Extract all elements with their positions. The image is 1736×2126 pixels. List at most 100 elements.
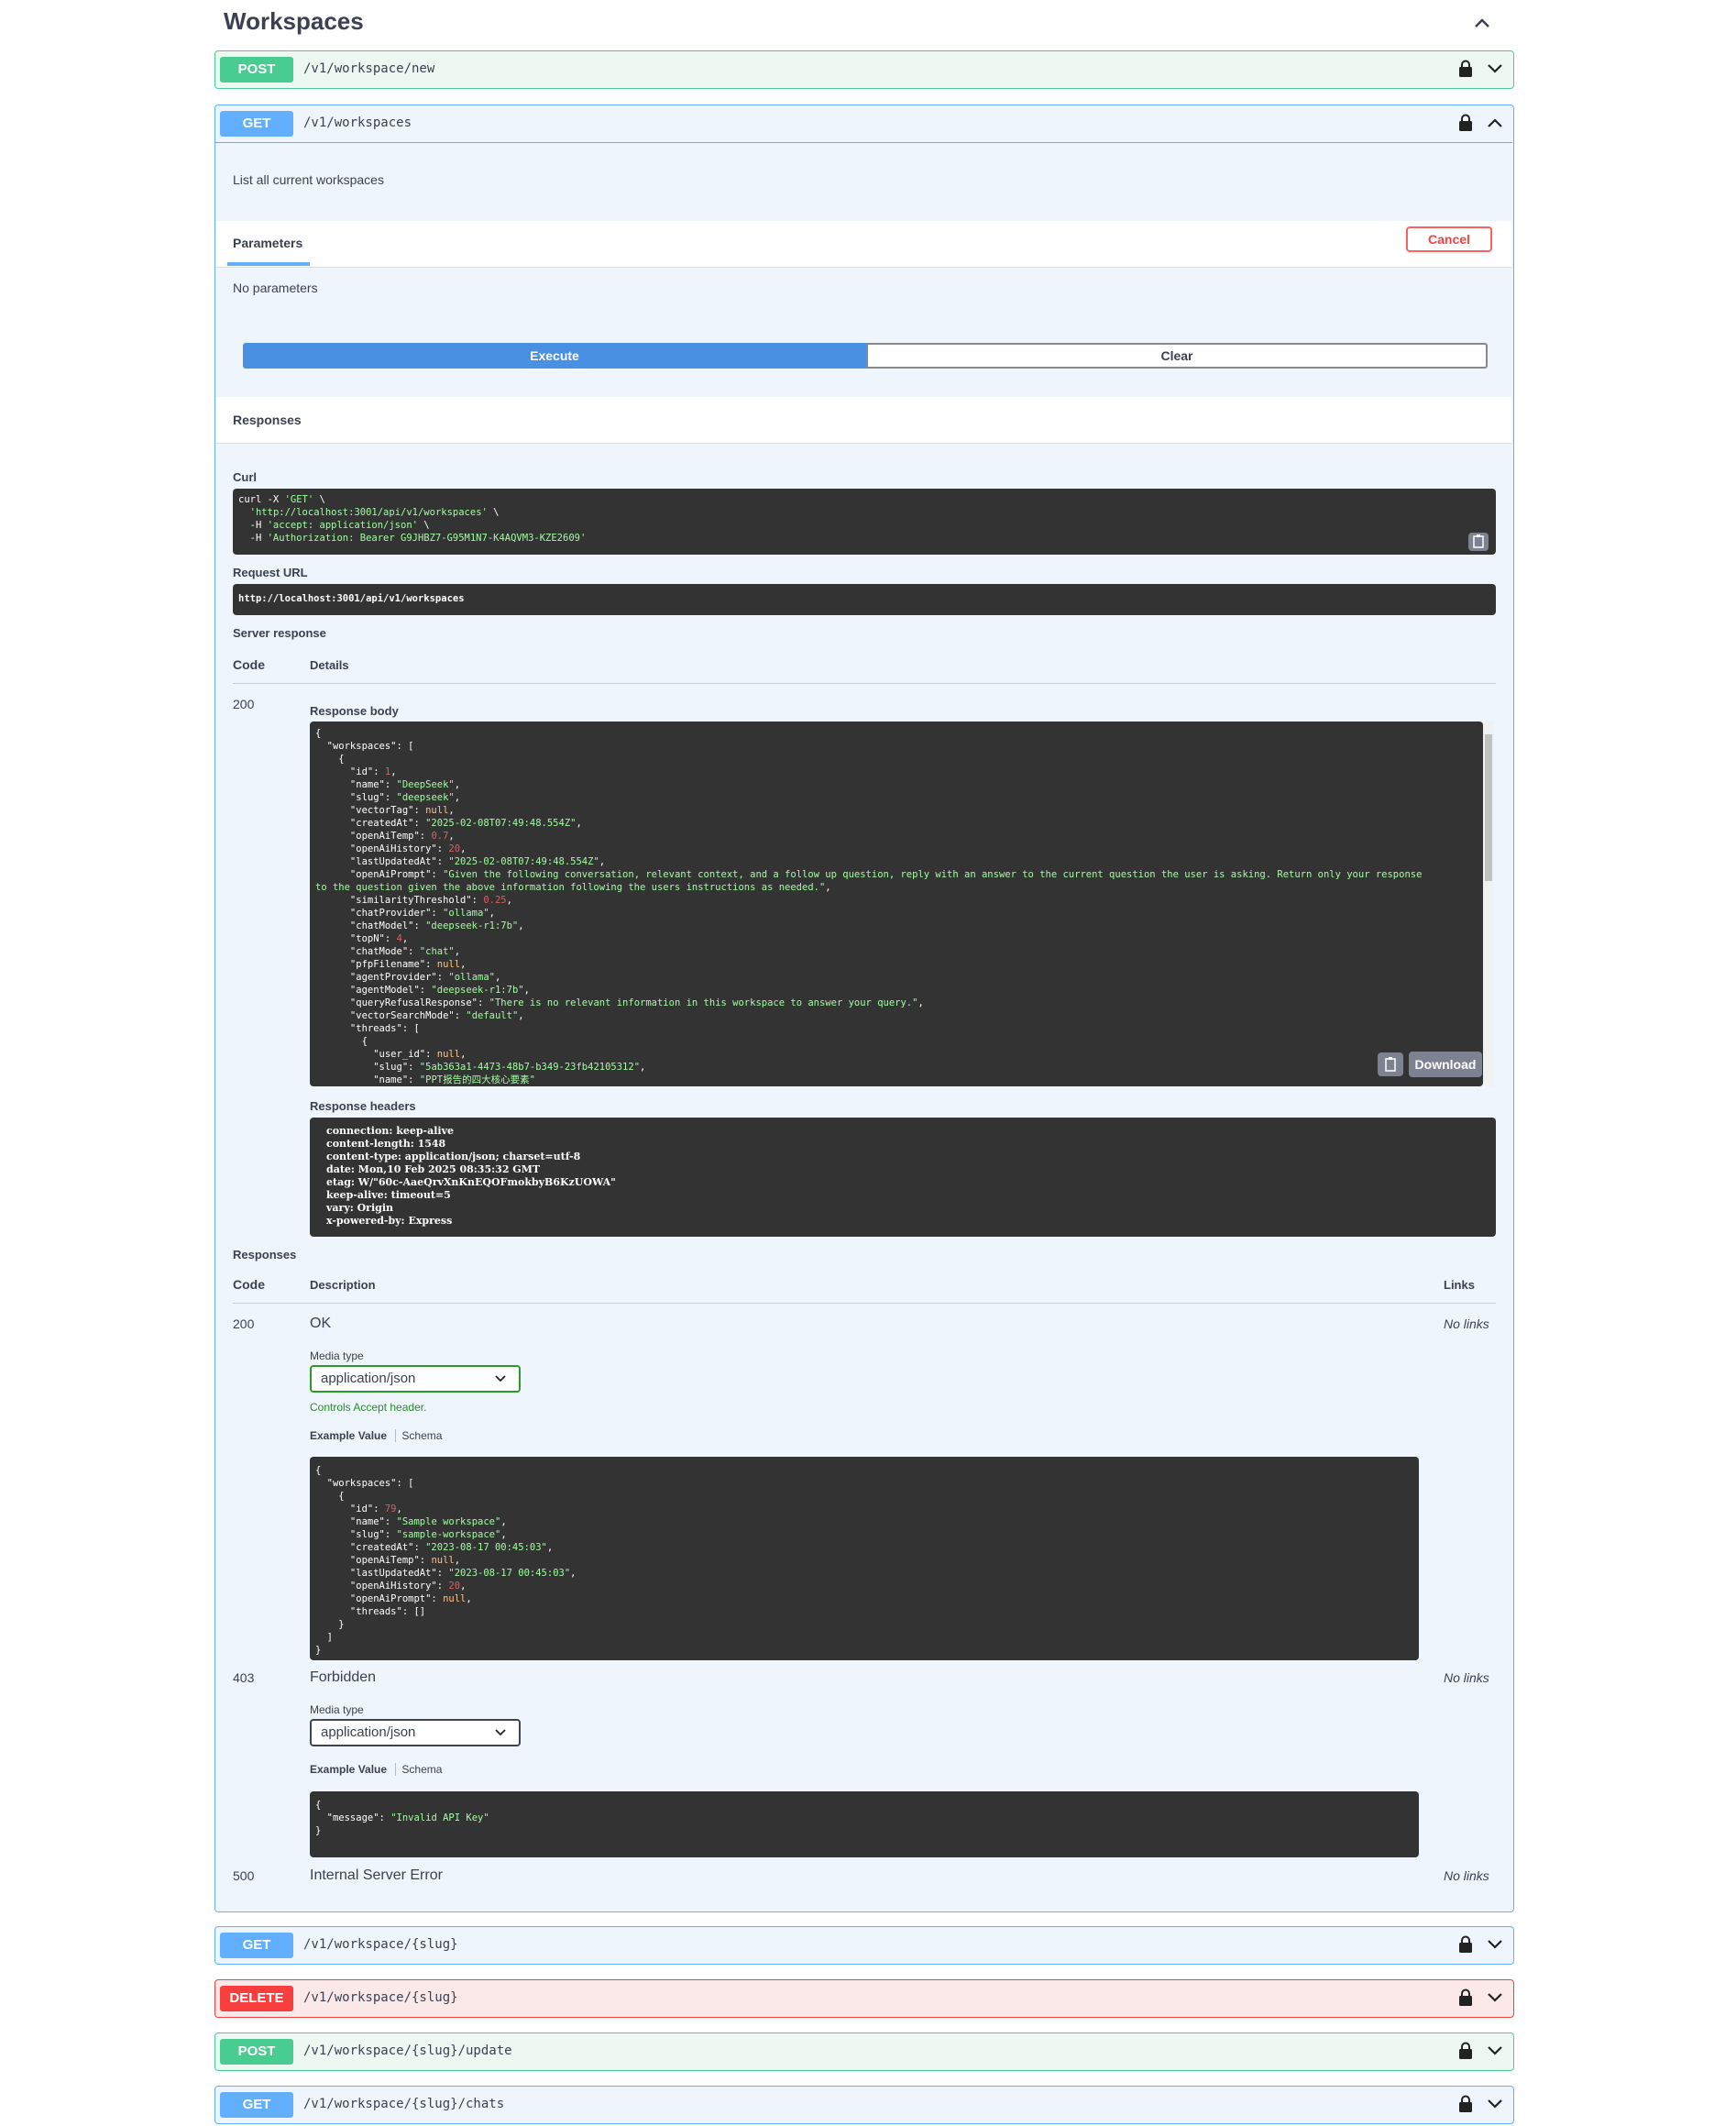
media-type-select-200[interactable]: application/json [310,1365,521,1393]
tab-schema[interactable]: Schema [395,1429,443,1442]
json-punct: , [396,1504,402,1515]
example1-line: "workspaces": [ [315,1477,1413,1490]
json-value: "ollama" [448,972,495,983]
json-key: "createdAt": [315,818,426,829]
lock-icon[interactable] [1458,1935,1473,1954]
resp-code-200: 200 [233,1316,255,1331]
method-badge: POST [220,2039,293,2065]
method-badge: GET [220,2092,293,2118]
example1-line: } [315,1644,1413,1657]
method-badge: DELETE [220,1986,293,2011]
response-headers-code[interactable]: connection: keep-alive content-length: 15… [310,1118,1496,1237]
chevron-up-icon[interactable] [1486,116,1504,130]
example2-line: "message": "Invalid API Key" [315,1812,1413,1824]
chevron-down-icon[interactable] [1486,2043,1504,2058]
curl-label: Curl [233,470,257,484]
chevron-up-icon[interactable] [1472,13,1492,33]
json-punct: , [448,831,455,842]
tab-example-value[interactable]: Example Value [310,1763,387,1776]
json-value: "deepseek-r1:7b" [431,985,524,996]
json-value: 20 [448,1581,461,1592]
op-get-workspace-chats[interactable]: GET /v1/workspace/{slug}/chats [214,2086,1514,2124]
resp-desc-200: OK [310,1316,332,1331]
json-punct: , [518,920,524,931]
json-value: 0.7 [431,831,449,842]
copy-icon [1473,534,1484,548]
json-key: "vectorSearchMode": [315,1010,467,1021]
code-text: { [315,1491,345,1502]
op-get-workspace-slug[interactable]: GET /v1/workspace/{slug} [214,1926,1514,1965]
server-code: 200 [233,697,255,711]
cancel-button[interactable]: Cancel [1406,226,1492,252]
tab-parameters[interactable]: Parameters [233,236,302,250]
execute-button[interactable]: Execute [243,343,866,369]
code-text: { [315,754,345,765]
example1-line: ] [315,1631,1413,1644]
json-value: "2025-02-08T07:49:48.554Z" [425,818,577,829]
swagger-page: Workspaces POST /v1/workspace/new GET /v… [0,0,1736,2126]
example-value-200[interactable]: { "workspaces": [ { "id": 79, "name": "S… [310,1457,1419,1660]
json-value: null [443,1593,467,1604]
curl-line: -H 'Authorization: Bearer G9JHBZ7-G95M1N… [238,533,587,544]
scroll-thumb[interactable] [1485,734,1492,881]
chevron-down-icon[interactable] [1486,2097,1504,2111]
lock-icon[interactable] [1458,2095,1473,2113]
body-line: "similarityThreshold": 0.25, [315,894,1478,907]
op-delete-workspace-slug[interactable]: DELETE /v1/workspace/{slug} [214,1979,1514,2018]
response-header-line: content-length: 1548 [326,1138,446,1150]
body-line: { [315,1035,1478,1048]
json-value: 79 [384,1504,397,1515]
chevron-down-icon[interactable] [1486,1990,1504,2005]
body-line: "chatProvider": "ollama", [315,907,1478,920]
op-post-workspace-update[interactable]: POST /v1/workspace/{slug}/update [214,2032,1514,2071]
method-badge: GET [220,111,293,137]
download-button[interactable]: Download [1409,1052,1482,1077]
json-punct: , [454,1555,461,1566]
body-line: "agentModel": "deepseek-r1:7b", [315,984,1478,997]
lock-icon[interactable] [1458,114,1473,132]
op-post-workspace-new[interactable]: POST /v1/workspace/new [214,50,1514,89]
tab-example-value[interactable]: Example Value [310,1429,387,1442]
body-line: "pfpFilename": null, [315,958,1478,971]
example1-line: "threads": [] [315,1605,1413,1618]
response-body-scrollbar[interactable] [1483,722,1494,1086]
json-key: "lastUpdatedAt": [315,1568,449,1579]
response-body-code[interactable]: { "workspaces": [ { "id": 1, "name": "De… [310,722,1483,1086]
copy-body-button[interactable] [1378,1052,1403,1076]
chevron-down-icon[interactable] [1486,61,1504,76]
clear-button[interactable]: Clear [866,343,1488,369]
example1-line: "slug": "sample-workspace", [315,1528,1413,1541]
json-key: "openAiPrompt": [315,869,444,880]
json-key: "openAiTemp": [315,831,432,842]
lock-icon[interactable] [1458,2042,1473,2060]
json-key: "openAiTemp": [315,1555,432,1566]
json-value: "Sample workspace" [396,1516,501,1527]
body-line: { [315,753,1478,766]
body-line: "workspaces": [ [315,740,1478,753]
op-path: /v1/workspace/{slug}/chats [303,2097,505,2111]
copy-curl-button[interactable] [1468,533,1489,551]
lock-icon[interactable] [1458,1988,1473,2007]
description-header: Description [310,1278,376,1292]
code-text: ] [315,1632,333,1643]
chevron-down-icon[interactable] [1486,1937,1504,1952]
example1-line: "id": 79, [315,1503,1413,1515]
curl-line: -H 'accept: application/json' \ [238,520,430,531]
no-parameters-text: No parameters [233,281,318,295]
json-punct: , [466,1593,472,1604]
request-url-box[interactable]: http://localhost:3001/api/v1/workspaces [233,584,1496,615]
json-key: "message": [315,1812,391,1823]
tab-schema[interactable]: Schema [395,1763,443,1776]
op-header[interactable]: GET /v1/workspaces [215,105,1513,142]
json-key: "chatModel": [315,920,426,931]
curl-code-block[interactable]: curl -X 'GET' \ 'http://localhost:3001/a… [233,489,1496,555]
section-title[interactable]: Workspaces [224,7,364,36]
media-type-select-403[interactable]: application/json [310,1719,521,1746]
lock-icon[interactable] [1458,60,1473,78]
tab-underline [227,262,310,266]
body-line: "queryRefusalResponse": "There is no rel… [315,997,1478,1009]
json-key: "createdAt": [315,1542,426,1553]
controls-accept-text: Controls Accept header. [310,1401,427,1414]
example-value-403[interactable]: { "message": "Invalid API Key"} [310,1791,1419,1857]
json-key: "topN": [315,933,397,944]
